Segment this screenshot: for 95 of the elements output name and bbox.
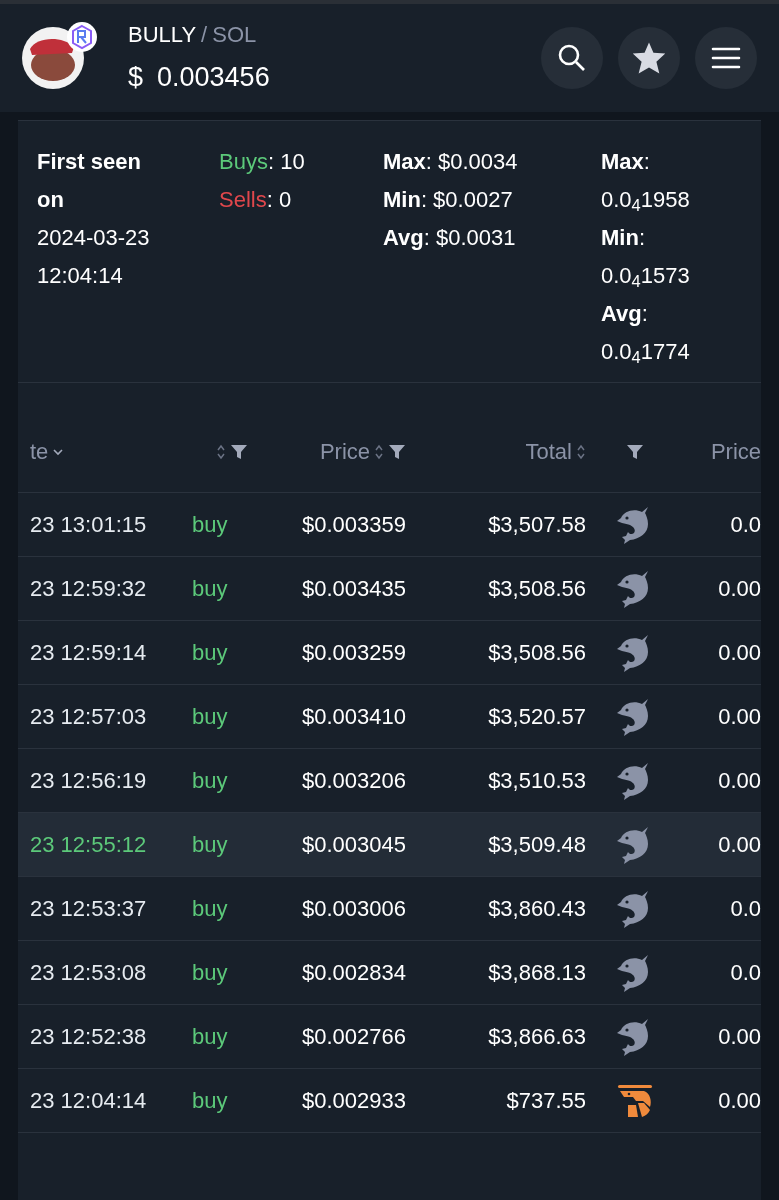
filter-icon[interactable]	[388, 443, 406, 460]
date-cell-text: 23 12:53:37	[30, 895, 147, 923]
type-cell-text: buy	[192, 767, 228, 795]
column-header[interactable]: Total	[525, 435, 572, 468]
price-change-cell-text: 0.0	[730, 959, 761, 987]
price-change-cell-text: 0.00	[718, 1087, 761, 1115]
type-cell-text: buy	[192, 703, 228, 731]
price-cell-text: $0.003410	[302, 703, 406, 731]
total-cell-text: $737.55	[506, 1087, 586, 1115]
trade-row[interactable]: 23 12:55:12 buy $0.003045 $3,509.48 0.00	[18, 813, 761, 877]
trade-count: Buys: 10	[219, 148, 306, 176]
column-header[interactable]: Price	[319, 435, 370, 468]
type-cell-text: buy	[192, 895, 228, 923]
price-change-cell-text: 0.0	[730, 895, 761, 923]
type-cell-text: buy	[192, 639, 228, 667]
trade-row[interactable]: 23 12:52:38 buy $0.002766 $3,866.63 0.00	[18, 1005, 761, 1069]
total-cell-text: $3,508.56	[488, 575, 586, 603]
price-change-cell-text: 0.00	[718, 703, 761, 731]
native-stat-label: Max:	[601, 148, 651, 176]
total-cell-text: $3,860.43	[488, 895, 586, 923]
price-cell-text: $0.002933	[302, 1087, 406, 1115]
usd-price-stat: Avg: $0.0031	[383, 224, 517, 252]
price-change-cell-text: 0.0	[730, 511, 761, 539]
trade-row[interactable]: 23 12:53:08 buy $0.002834 $3,868.13 0.0	[18, 941, 761, 1005]
price-cell-text: $0.002834	[302, 959, 406, 987]
date-cell-text: 23 12:55:12	[30, 831, 147, 859]
total-cell-text: $3,509.48	[488, 831, 586, 859]
currency-sign: $	[128, 61, 144, 95]
total-cell-text: $3,866.63	[488, 1023, 586, 1051]
native-stat-value: 0.0$_{4}$1573	[601, 262, 691, 293]
price-change-cell-text: 0.00	[718, 575, 761, 603]
type-cell-text: buy	[192, 831, 228, 859]
type-cell-text: buy	[192, 511, 228, 539]
first-seen-date: 2024-03-23	[37, 224, 151, 252]
native-stat-label: Min:	[601, 224, 646, 252]
sort-icon[interactable]	[374, 442, 384, 461]
date-cell-text: 23 12:59:14	[30, 639, 147, 667]
total-cell-text: $3,507.58	[488, 511, 586, 539]
exchange-logo-icon	[66, 21, 98, 53]
filter-icon[interactable]	[626, 443, 644, 460]
first-seen-time: 12:04:14	[37, 262, 124, 290]
search-icon	[557, 43, 587, 73]
total-cell-text: $3,510.53	[488, 767, 586, 795]
type-cell-text: buy	[192, 1023, 228, 1051]
trade-row[interactable]: 23 12:59:14 buy $0.003259 $3,508.56 0.00	[18, 621, 761, 685]
trade-row[interactable]: 23 12:53:37 buy $0.003006 $3,860.43 0.0	[18, 877, 761, 941]
price-cell-text: $0.003045	[302, 831, 406, 859]
column-header[interactable]: Price	[710, 435, 761, 468]
date-cell-text: 23 12:59:32	[30, 575, 147, 603]
price-change-cell-text: 0.00	[718, 831, 761, 859]
price-cell-text: $0.003435	[302, 575, 406, 603]
chevron-down-icon[interactable]	[52, 447, 65, 456]
price-change-cell-text: 0.00	[718, 767, 761, 795]
total-cell-text: $3,868.13	[488, 959, 586, 987]
star-icon	[631, 41, 667, 75]
price-cell-text: $0.003206	[302, 767, 406, 795]
first-seen-label: First seen on	[37, 148, 142, 214]
usd-price-stat: Max: $0.0034	[383, 148, 519, 176]
native-stat-value: 0.0$_{4}$1958	[601, 186, 691, 217]
native-stat-value: 0.0$_{4}$1774	[601, 338, 691, 369]
date-cell-text: 23 12:53:08	[30, 959, 147, 987]
price-cell-text: $0.003359	[302, 511, 406, 539]
trade-count: Sells: 0	[219, 186, 293, 214]
price-change-cell-text: 0.00	[718, 639, 761, 667]
price-cell-text: $0.003259	[302, 639, 406, 667]
date-cell-text: 23 12:56:19	[30, 767, 147, 795]
base-token: BULLY	[128, 21, 197, 50]
date-cell-text: 23 12:52:38	[30, 1023, 147, 1051]
total-cell-text: $3,508.56	[488, 639, 586, 667]
type-cell-text: buy	[192, 959, 228, 987]
native-stat-label: Avg:	[601, 300, 649, 328]
token-avatar	[22, 27, 84, 89]
trade-row[interactable]: 23 13:01:15 buy $0.003359 $3,507.58 0.0	[18, 493, 761, 557]
sort-icon[interactable]	[216, 442, 226, 461]
total-cell-text: $3,520.57	[488, 703, 586, 731]
token-price: 0.003456	[157, 61, 270, 95]
date-cell-text: 23 13:01:15	[30, 511, 147, 539]
trade-row[interactable]: 23 12:04:14 buy $0.002933 $737.55 0.00	[18, 1069, 761, 1133]
column-header[interactable]: te	[30, 435, 49, 468]
price-cell-text: $0.003006	[302, 895, 406, 923]
quote-token: SOL	[212, 21, 257, 50]
trade-row[interactable]: 23 12:57:03 buy $0.003410 $3,520.57 0.00	[18, 685, 761, 749]
date-cell-text: 23 12:04:14	[30, 1087, 147, 1115]
menu-icon	[711, 46, 741, 70]
sort-icon[interactable]	[576, 442, 586, 461]
pair-separator: /	[201, 21, 208, 50]
usd-price-stat: Min: $0.0027	[383, 186, 514, 214]
date-cell-text: 23 12:57:03	[30, 703, 147, 731]
price-change-cell-text: 0.00	[718, 1023, 761, 1051]
type-cell-text: buy	[192, 575, 228, 603]
trade-row[interactable]: 23 12:59:32 buy $0.003435 $3,508.56 0.00	[18, 557, 761, 621]
filter-icon[interactable]	[230, 443, 248, 460]
shrimp-icon	[616, 1082, 654, 1119]
price-cell-text: $0.002766	[302, 1023, 406, 1051]
type-cell-text: buy	[192, 1087, 228, 1115]
